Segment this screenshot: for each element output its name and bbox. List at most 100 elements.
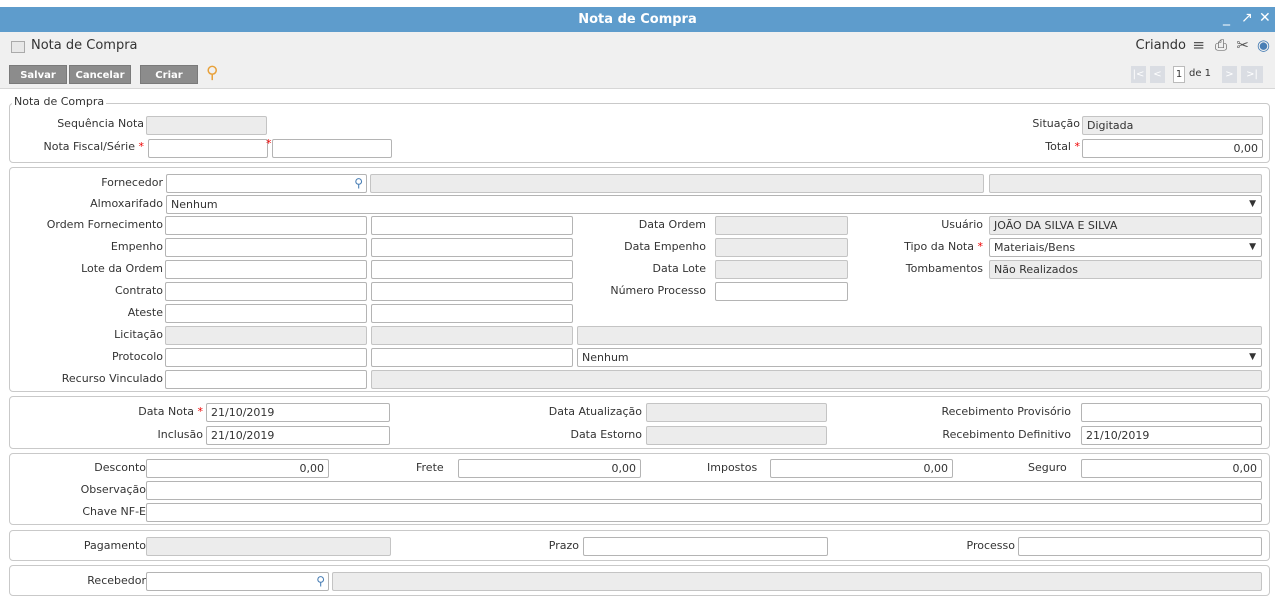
search-icon[interactable]: ⚲ xyxy=(206,63,218,83)
tombamentos-label: Tombamentos xyxy=(905,262,983,275)
ateste-input[interactable] xyxy=(165,304,367,323)
recebedor-input[interactable]: ⚲ xyxy=(146,572,329,591)
data-estorno-label: Data Estorno xyxy=(570,428,642,441)
processo-label: Processo xyxy=(966,539,1015,552)
lote-input-2[interactable] xyxy=(371,260,573,279)
almoxarifado-select[interactable]: Nenhum ▼ xyxy=(166,195,1262,214)
total-input[interactable]: 0,00 xyxy=(1082,139,1263,158)
hamburger-icon[interactable]: ≡ xyxy=(1192,36,1205,54)
fornecedor-lookup-icon[interactable]: ⚲ xyxy=(354,175,363,192)
save-button[interactable]: Salvar xyxy=(9,65,67,84)
pagamento-fieldset: Pagamento Prazo Processo xyxy=(9,530,1270,561)
form-header: Nota de Compra Criando ≡ ⎙ ✂ ◉ xyxy=(0,32,1275,59)
chevron-down-icon: ▼ xyxy=(1249,199,1256,209)
empenho-label: Empenho xyxy=(110,240,163,253)
protocolo-select[interactable]: Nenhum ▼ xyxy=(577,348,1262,367)
tipo-nota-value: Materiais/Bens xyxy=(994,241,1076,254)
prev-page-button[interactable]: < xyxy=(1150,66,1165,83)
sequencia-label: Sequência Nota xyxy=(57,117,144,130)
next-page-button[interactable]: > xyxy=(1222,66,1237,83)
empenho-input-2[interactable] xyxy=(371,238,573,257)
data-empenho-label: Data Empenho xyxy=(624,240,706,253)
receb-definitivo-input[interactable]: 21/10/2019 xyxy=(1081,426,1262,445)
protocolo-input-2[interactable] xyxy=(371,348,573,367)
serie-required-mark: * xyxy=(266,137,272,150)
recurso-input[interactable] xyxy=(165,370,367,389)
first-page-button[interactable]: |< xyxy=(1131,66,1146,83)
lote-label: Lote da Ordem xyxy=(81,262,163,275)
ordem-input[interactable] xyxy=(165,216,367,235)
licitacao-label: Licitação xyxy=(114,328,163,341)
prazo-input[interactable] xyxy=(583,537,828,556)
data-nota-input[interactable]: 21/10/2019 xyxy=(206,403,390,422)
chevron-down-icon: ▼ xyxy=(1249,352,1256,362)
prazo-label: Prazo xyxy=(548,539,579,552)
fornecedor-label: Fornecedor * xyxy=(101,176,172,189)
contrato-input-2[interactable] xyxy=(371,282,573,301)
nota-fiscal-input[interactable] xyxy=(148,139,268,158)
cancel-button[interactable]: Cancelar xyxy=(69,65,131,84)
data-empenho-field xyxy=(715,238,848,257)
ordem-input-2[interactable] xyxy=(371,216,573,235)
seguro-input[interactable]: 0,00 xyxy=(1081,459,1262,478)
usuario-field: JOÃO DA SILVA E SILVA xyxy=(989,216,1262,235)
top-strip xyxy=(0,0,1275,7)
impostos-input[interactable]: 0,00 xyxy=(770,459,953,478)
tipo-nota-label: Tipo da Nota * xyxy=(904,240,983,253)
desconto-input[interactable]: 0,00 xyxy=(146,459,329,478)
numero-processo-label: Número Processo xyxy=(610,284,706,297)
printer-icon[interactable]: ⎙ xyxy=(1215,36,1227,54)
empenho-input[interactable] xyxy=(165,238,367,257)
licitacao-field-2 xyxy=(371,326,573,345)
recebedor-name-field xyxy=(332,572,1262,591)
document-icon xyxy=(11,41,25,53)
last-page-button[interactable]: >| xyxy=(1241,66,1263,83)
fornecedor-doc-field xyxy=(989,174,1262,193)
contrato-input[interactable] xyxy=(165,282,367,301)
frete-input[interactable]: 0,00 xyxy=(458,459,641,478)
pagamento-label: Pagamento xyxy=(83,539,146,552)
window-title: Nota de Compra xyxy=(578,12,697,27)
minimize-icon[interactable]: _ xyxy=(1223,10,1230,26)
observacao-label: Observação xyxy=(80,483,146,496)
fornecedor-input[interactable]: ⚲ xyxy=(166,174,367,193)
ateste-label: Ateste xyxy=(127,306,163,319)
page-number-input[interactable]: 1 xyxy=(1173,66,1185,83)
data-ordem-field xyxy=(715,216,848,235)
ateste-input-2[interactable] xyxy=(371,304,573,323)
toolbar: Salvar Cancelar Criar ⚲ |< < 1 de 1 > >| xyxy=(0,59,1275,89)
serie-input[interactable] xyxy=(272,139,392,158)
chave-nfe-label: Chave NF-E xyxy=(82,505,146,518)
fornecedor-name-field xyxy=(370,174,984,193)
recebedor-lookup-icon[interactable]: ⚲ xyxy=(316,573,325,590)
processo-input[interactable] xyxy=(1018,537,1262,556)
situacao-field: Digitada xyxy=(1082,116,1263,135)
form-title: Nota de Compra xyxy=(31,38,138,53)
observacao-input[interactable] xyxy=(146,481,1262,500)
frete-label: Frete xyxy=(416,461,444,474)
tombamentos-field: Não Realizados xyxy=(989,260,1262,279)
datas-fieldset: Data Nota * 21/10/2019 Inclusão 21/10/20… xyxy=(9,396,1270,449)
chave-nfe-input[interactable] xyxy=(146,503,1262,522)
tipo-nota-select[interactable]: Materiais/Bens ▼ xyxy=(989,238,1262,257)
help-icon[interactable]: ◉ xyxy=(1257,36,1270,54)
ordem-label: Ordem Fornecimento xyxy=(46,218,163,231)
receb-provisorio-input[interactable] xyxy=(1081,403,1262,422)
valores-fieldset: Desconto 0,00 Frete 0,00 Impostos 0,00 S… xyxy=(9,453,1270,525)
data-lote-label: Data Lote xyxy=(652,262,706,275)
tools-icon[interactable]: ✂ xyxy=(1236,36,1249,54)
data-estorno-field xyxy=(646,426,827,445)
maximize-icon[interactable]: ↗ xyxy=(1241,10,1253,26)
data-ordem-label: Data Ordem xyxy=(638,218,706,231)
inclusao-input[interactable]: 21/10/2019 xyxy=(206,426,390,445)
close-icon[interactable]: ✕ xyxy=(1259,10,1271,26)
receb-definitivo-label: Recebimento Definitivo xyxy=(942,428,1071,441)
page-count-label: de 1 xyxy=(1189,68,1212,79)
data-atualizacao-label: Data Atualização xyxy=(548,405,642,418)
seguro-label: Seguro xyxy=(1028,461,1067,474)
create-button[interactable]: Criar xyxy=(140,65,198,84)
protocolo-input[interactable] xyxy=(165,348,367,367)
numero-processo-input[interactable] xyxy=(715,282,848,301)
lote-input[interactable] xyxy=(165,260,367,279)
data-atualizacao-field xyxy=(646,403,827,422)
